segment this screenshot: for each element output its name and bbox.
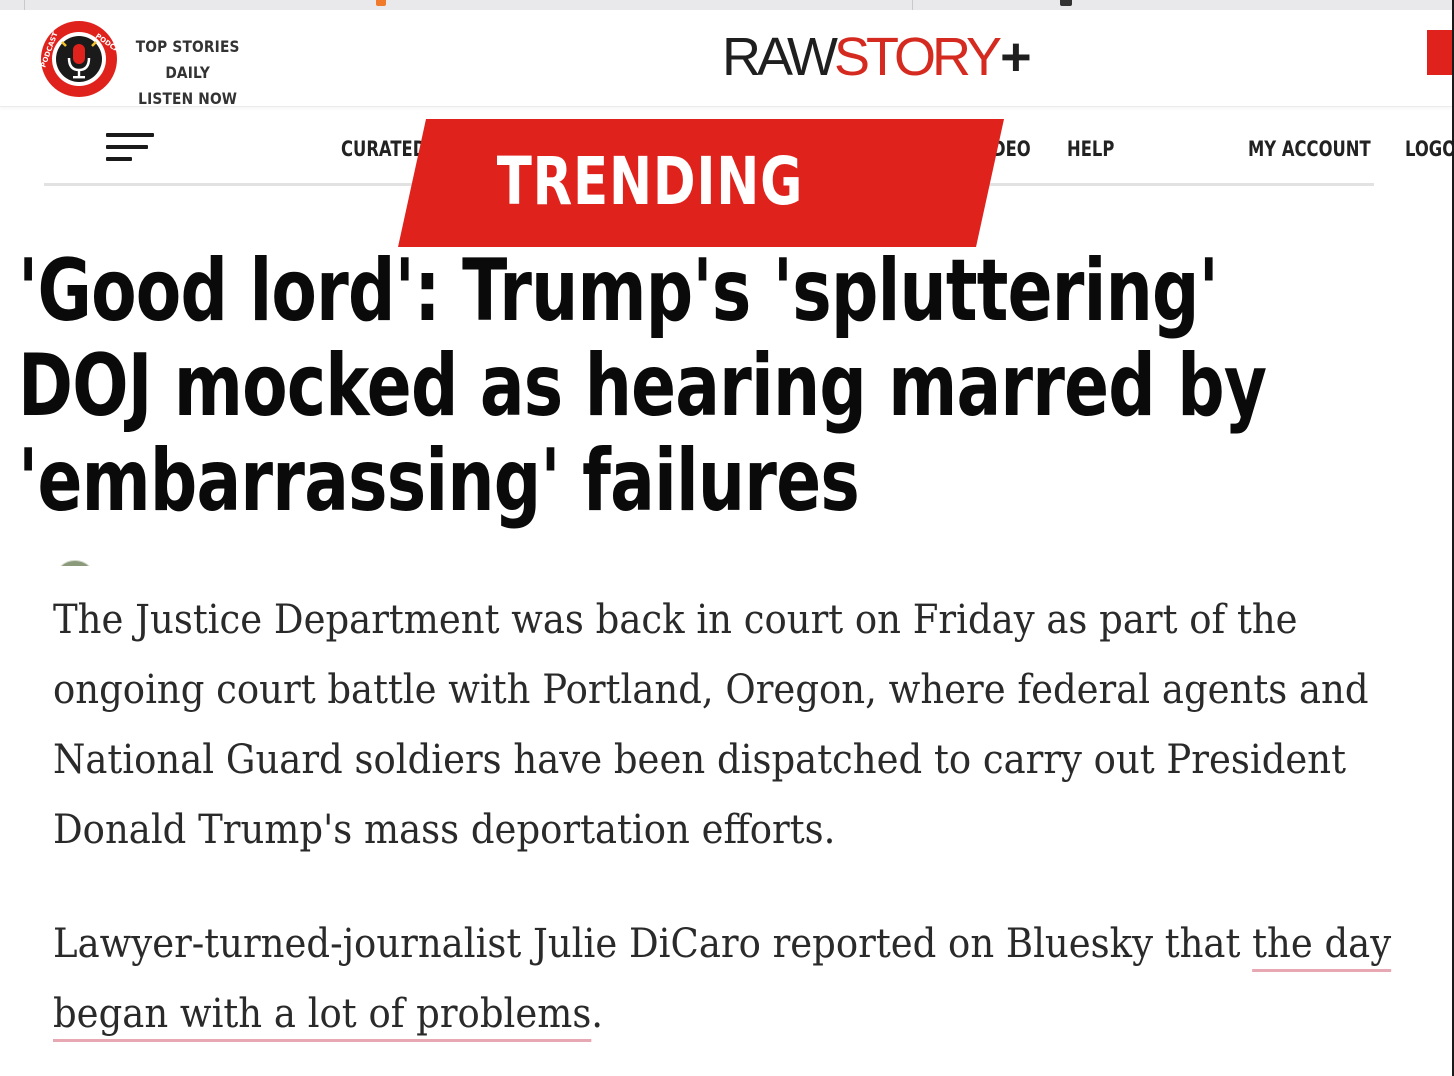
site-logo[interactable]: RAW STORY +: [722, 30, 1032, 84]
page: PODCAST PODCAST TOP STORIES DAILY LISTEN…: [0, 0, 1454, 1076]
site-header: PODCAST PODCAST TOP STORIES DAILY LISTEN…: [0, 10, 1454, 108]
podcast-promo-text[interactable]: TOP STORIES DAILY LISTEN NOW: [118, 34, 257, 112]
nav-item-logout[interactable]: LOGO: [1405, 137, 1454, 161]
podcast-badge-icon[interactable]: PODCAST PODCAST: [39, 20, 129, 98]
article-body: The Justice Department was back in court…: [53, 585, 1433, 1049]
podcast-line-1: TOP STORIES DAILY: [135, 37, 240, 82]
paragraph-text: Lawyer-turned-journalist Julie DiCaro re…: [53, 921, 1253, 967]
hamburger-menu-icon[interactable]: [106, 131, 156, 167]
nav-item-help[interactable]: HELP: [1067, 137, 1114, 161]
logo-plus-text: +: [1000, 27, 1032, 87]
trending-banner: TRENDING: [398, 119, 1004, 247]
author-avatar[interactable]: [54, 560, 94, 566]
nav-item-my-account[interactable]: MY ACCOUNT: [1248, 137, 1371, 161]
subscribe-button[interactable]: [1427, 30, 1454, 75]
article-headline: 'Good lord': Trump's 'spluttering' DOJ m…: [18, 241, 1267, 531]
trending-label: TRENDING: [496, 143, 804, 220]
logo-raw-text: RAW: [722, 27, 838, 87]
article-paragraph: Lawyer-turned-journalist Julie DiCaro re…: [53, 909, 1422, 1049]
article-paragraph: The Justice Department was back in court…: [53, 597, 1369, 853]
logo-story-text: STORY: [833, 27, 1002, 87]
paragraph-text: .: [591, 991, 604, 1037]
